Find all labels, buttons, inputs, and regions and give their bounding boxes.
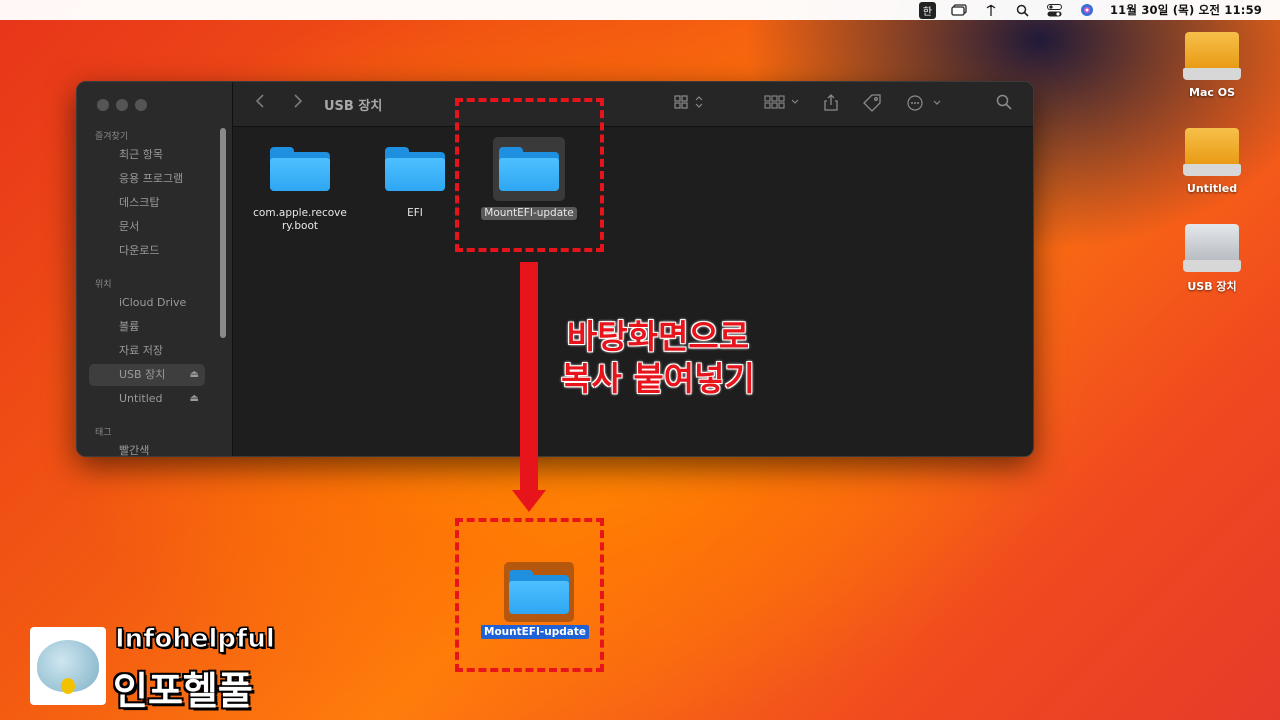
sidebar-section-favorites: 즐겨찾기 <box>95 132 129 142</box>
tag-icon[interactable] <box>862 94 882 116</box>
file-name-line2: ry.boot <box>281 220 318 232</box>
folder-icon <box>509 570 569 614</box>
share-icon[interactable] <box>822 94 840 116</box>
file-item-recovery-boot[interactable]: com.apple.recove ry.boot <box>240 137 360 233</box>
desktop-folder-label[interactable]: MountEFI-update <box>481 625 589 639</box>
eject-icon[interactable]: ⏏ <box>190 388 199 410</box>
drive-mac-os[interactable]: Mac OS <box>1176 32 1248 99</box>
sidebar-item-volumes[interactable]: 볼륨 <box>89 316 205 338</box>
sidebar-item-label: USB 장치 <box>119 368 166 381</box>
menu-bar-clock[interactable]: 11월 30일 (목) 오전 11:59 <box>1110 2 1262 18</box>
sidebar-item-usb-device[interactable]: USB 장치 ⏏ <box>89 364 205 386</box>
zoom-window-button[interactable] <box>135 99 147 111</box>
folder-icon <box>385 147 445 191</box>
sidebar-item-label: Untitled <box>119 392 163 405</box>
arrow-down-icon <box>512 490 546 512</box>
sidebar-item-recents[interactable]: 최근 항목 <box>89 144 205 166</box>
search-icon[interactable] <box>1014 3 1032 17</box>
sidebar-scrollbar[interactable] <box>220 128 226 338</box>
sidebar-item-applications[interactable]: 응용 프로그램 <box>89 168 205 190</box>
brain-lightbulb-icon <box>37 640 99 694</box>
menu-bar-status-area: 한 11월 30일 (목) 오전 11:59 <box>918 0 1262 20</box>
brand-logo <box>30 627 106 705</box>
more-actions-button[interactable] <box>906 94 942 116</box>
finder-content: com.apple.recove ry.boot EFI MountEFI-up… <box>233 127 1033 456</box>
group-by-button[interactable] <box>764 94 804 114</box>
sidebar-section-tags: 태그 <box>95 428 112 438</box>
highlight-box-source <box>455 98 604 252</box>
minimize-window-button[interactable] <box>116 99 128 111</box>
usb-drive-icon <box>1183 224 1241 272</box>
eject-icon[interactable]: ⏏ <box>190 364 199 386</box>
file-name-line1: com.apple.recove <box>253 207 347 219</box>
sidebar-item-untitled[interactable]: Untitled ⏏ <box>89 388 205 410</box>
sidebar-item-storage[interactable]: 자료 저장 <box>89 340 205 362</box>
finder-toolbar: USB 장치 <box>233 82 1033 127</box>
drive-label: USB 장치 <box>1187 280 1237 293</box>
window-title: USB 장치 <box>324 99 383 114</box>
desktop-folder-mountefi-update[interactable] <box>504 562 574 622</box>
drive-untitled[interactable]: Untitled <box>1176 128 1248 195</box>
back-button[interactable] <box>255 94 265 112</box>
forward-button[interactable] <box>293 94 303 112</box>
drive-label: Untitled <box>1186 182 1238 195</box>
folder-icon <box>270 147 330 191</box>
hard-drive-icon <box>1183 32 1241 80</box>
siri-icon[interactable] <box>1078 3 1096 17</box>
brand-name-en: Infohelpful <box>115 624 276 655</box>
sidebar-item-desktop[interactable]: 데스크탑 <box>89 192 205 214</box>
sidebar-section-locations: 위치 <box>95 280 112 290</box>
hard-drive-icon <box>1183 128 1241 176</box>
arrow-shaft <box>520 262 538 494</box>
instruction-line1: 바탕화면으로 <box>566 317 750 356</box>
search-icon[interactable] <box>996 94 1012 114</box>
input-source-indicator[interactable]: 한 <box>918 1 936 19</box>
brand-name-ko: 인포헬풀 <box>113 669 253 713</box>
view-mode-button[interactable] <box>674 94 706 114</box>
drive-label: Mac OS <box>1189 86 1235 99</box>
sidebar-item-downloads[interactable]: 다운로드 <box>89 240 205 262</box>
control-center-icon[interactable] <box>1046 3 1064 17</box>
instruction-text: 바탕화면으로 복사 붙여넣기 <box>548 316 768 400</box>
window-controls <box>97 99 147 111</box>
finder-sidebar: 즐겨찾기 최근 항목 응용 프로그램 데스크탑 문서 다운로드 위치 iClou… <box>77 82 233 456</box>
sidebar-item-icloud-drive[interactable]: iCloud Drive <box>89 292 205 314</box>
window-icon[interactable] <box>950 3 968 17</box>
airdrop-icon[interactable] <box>982 3 1000 17</box>
menu-bar: 한 11월 30일 (목) 오전 11:59 <box>0 0 1280 20</box>
instruction-line2: 복사 붙여넣기 <box>561 359 755 398</box>
close-window-button[interactable] <box>97 99 109 111</box>
drive-usb-device[interactable]: USB 장치 <box>1176 224 1248 294</box>
sidebar-item-documents[interactable]: 문서 <box>89 216 205 238</box>
sidebar-item-tag-red[interactable]: 빨간색 <box>89 440 205 456</box>
